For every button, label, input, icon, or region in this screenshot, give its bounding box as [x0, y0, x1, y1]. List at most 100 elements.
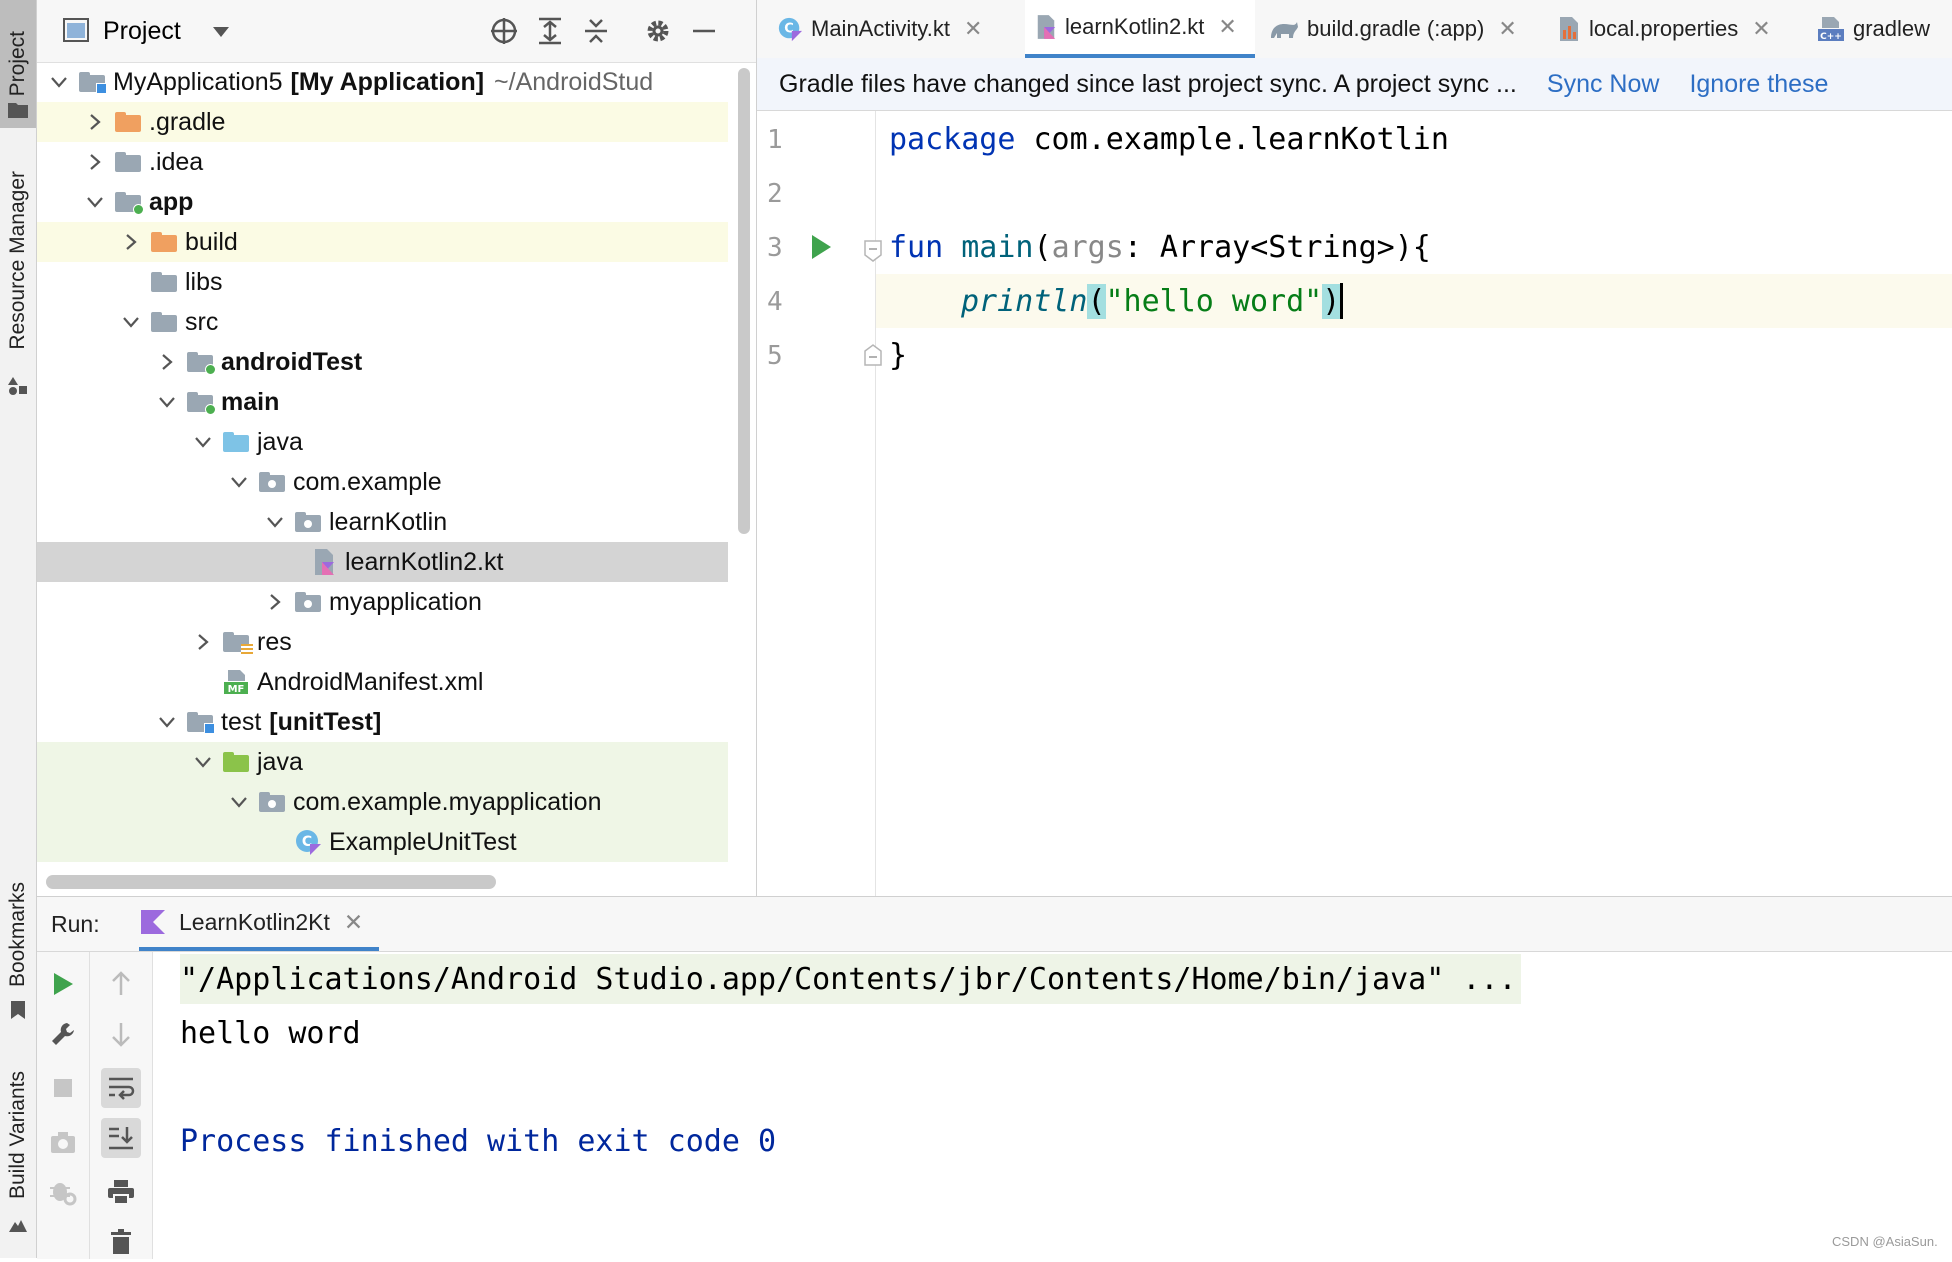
- collapse-all-icon: [585, 19, 607, 43]
- scroll-to-end-button[interactable]: [101, 1118, 141, 1158]
- tree-row-main[interactable]: main: [37, 382, 728, 422]
- tree-row-learnkotlin2-kt[interactable]: learnKotlin2.kt: [37, 542, 728, 582]
- chevron-down-icon[interactable]: [122, 316, 140, 328]
- wrench-icon: [52, 1023, 74, 1045]
- tree-row-java-main[interactable]: java: [37, 422, 728, 462]
- select-opened-file-button[interactable]: [487, 14, 521, 48]
- project-view-title[interactable]: Project: [103, 17, 181, 46]
- build-variants-tool-tab[interactable]: Build Variants: [0, 1060, 36, 1210]
- chevron-down-icon[interactable]: [230, 796, 248, 808]
- tree-row-com-example[interactable]: com.example: [37, 462, 728, 502]
- tab-build-gradle-app[interactable]: build.gradle (:app) ✕: [1269, 0, 1517, 58]
- stop-button[interactable]: [43, 1068, 83, 1108]
- ignore-changes-link[interactable]: Ignore these: [1689, 70, 1828, 99]
- fold-end-icon[interactable]: [863, 343, 883, 367]
- project-settings-button[interactable]: [641, 14, 675, 48]
- function-name-token: main: [961, 229, 1034, 265]
- tree-row-exampleunittest[interactable]: C ExampleUnitTest: [37, 822, 728, 862]
- excluded-folder-icon: [151, 232, 177, 252]
- module-folder-icon: [115, 192, 144, 215]
- chevron-down-icon[interactable]: [194, 756, 212, 768]
- cpp-file-icon: C++: [1818, 17, 1844, 42]
- debug-settings-button[interactable]: [43, 1172, 83, 1212]
- soft-wrap-button[interactable]: [101, 1068, 141, 1108]
- tree-row-com-example-myapplication[interactable]: com.example.myapplication: [37, 782, 728, 822]
- tree-row-test[interactable]: test [unitTest]: [37, 702, 728, 742]
- svg-text:MF: MF: [228, 684, 245, 695]
- tree-label: libs: [185, 267, 223, 296]
- tab-mainactivity-kt[interactable]: C MainActivity.kt ✕: [777, 0, 982, 58]
- sync-now-link[interactable]: Sync Now: [1547, 70, 1660, 99]
- tree-row-learnkotlin[interactable]: learnKotlin: [37, 502, 728, 542]
- tree-row-res[interactable]: res: [37, 622, 728, 662]
- scroll-up-button[interactable]: [101, 964, 141, 1004]
- tree-row-gradle[interactable]: .gradle: [37, 102, 728, 142]
- svg-text:C++: C++: [1820, 32, 1842, 42]
- tab-learnkotlin2-kt[interactable]: learnKotlin2.kt ✕: [1025, 0, 1255, 58]
- code-editor[interactable]: 1 2 3 4 5 package com.example.learnKotli…: [757, 111, 1952, 896]
- line-number: 1: [767, 125, 783, 155]
- edit-configuration-button[interactable]: [43, 1014, 83, 1054]
- close-icon[interactable]: ✕: [1498, 16, 1516, 42]
- chevron-right-icon[interactable]: [89, 153, 101, 171]
- tree-row-androidmanifest[interactable]: MF AndroidManifest.xml: [37, 662, 728, 702]
- resource-manager-tool-tab[interactable]: Resource Manager: [0, 150, 36, 370]
- hide-panel-button[interactable]: [687, 14, 721, 48]
- tree-row-myapplication[interactable]: myapplication: [37, 582, 728, 622]
- tab-local-properties[interactable]: local.properties ✕: [1557, 0, 1771, 58]
- tree-row-app[interactable]: app: [37, 182, 728, 222]
- chevron-down-icon[interactable]: [158, 716, 176, 728]
- chevron-right-icon[interactable]: [161, 353, 173, 371]
- print-button[interactable]: [101, 1172, 141, 1212]
- package-icon: [259, 472, 285, 492]
- dump-threads-button[interactable]: [43, 1122, 83, 1162]
- tab-gradlew[interactable]: C++ gradlew: [1817, 0, 1930, 58]
- tree-label: java: [257, 427, 303, 456]
- close-icon[interactable]: ✕: [344, 909, 363, 936]
- run-toolbar-secondary: [90, 952, 153, 1259]
- close-icon[interactable]: ✕: [1752, 16, 1770, 42]
- package-icon: [295, 512, 321, 532]
- tree-row-androidtest[interactable]: androidTest: [37, 342, 728, 382]
- arrow-down-icon: [112, 1023, 130, 1047]
- tree-row-src[interactable]: src: [37, 302, 728, 342]
- bookmarks-tool-tab[interactable]: Bookmarks: [0, 870, 36, 1000]
- chevron-right-icon[interactable]: [197, 633, 209, 651]
- run-gutter-icon[interactable]: [809, 233, 833, 261]
- close-icon[interactable]: ✕: [1218, 14, 1236, 40]
- chevron-right-icon[interactable]: [89, 113, 101, 131]
- chevron-down-icon[interactable]: [194, 436, 212, 448]
- tree-label: learnKotlin2.kt: [345, 547, 504, 576]
- play-icon: [54, 973, 73, 995]
- tree-row-idea[interactable]: .idea: [37, 142, 728, 182]
- chevron-down-icon[interactable]: [212, 26, 230, 38]
- project-vertical-scrollbar[interactable]: [738, 68, 750, 534]
- rerun-button[interactable]: [43, 964, 83, 1004]
- tree-row-myapplication5[interactable]: MyApplication5 [My Application] ~/Androi…: [37, 62, 728, 102]
- chevron-down-icon[interactable]: [266, 516, 284, 528]
- tree-row-libs[interactable]: libs: [37, 262, 728, 302]
- tree-row-build[interactable]: build: [37, 222, 728, 262]
- chevron-down-icon[interactable]: [86, 196, 104, 208]
- project-horizontal-scrollbar[interactable]: [46, 875, 496, 889]
- run-panel-header: Run: LearnKotlin2Kt ✕: [37, 897, 1952, 952]
- tree-label: com.example: [293, 467, 442, 496]
- project-tree: MyApplication5 [My Application] ~/Androi…: [37, 62, 728, 862]
- project-view-icon: [63, 18, 89, 42]
- tree-row-java-test[interactable]: java: [37, 742, 728, 782]
- scroll-to-end-icon: [109, 1127, 133, 1150]
- chevron-down-icon[interactable]: [230, 476, 248, 488]
- chevron-right-icon[interactable]: [125, 233, 137, 251]
- expand-all-button[interactable]: [533, 14, 567, 48]
- collapse-all-button[interactable]: [579, 14, 613, 48]
- console-output-line: hello word: [180, 1015, 361, 1051]
- chevron-down-icon[interactable]: [50, 76, 68, 88]
- excluded-folder-icon: [115, 112, 141, 132]
- run-config-tab[interactable]: LearnKotlin2Kt ✕: [139, 897, 380, 951]
- chevron-down-icon[interactable]: [158, 396, 176, 408]
- scroll-down-button[interactable]: [101, 1014, 141, 1054]
- chevron-right-icon[interactable]: [269, 593, 281, 611]
- console-output[interactable]: "/Applications/Android Studio.app/Conten…: [162, 952, 1952, 1259]
- clear-all-button[interactable]: [101, 1222, 141, 1262]
- close-icon[interactable]: ✕: [964, 16, 982, 42]
